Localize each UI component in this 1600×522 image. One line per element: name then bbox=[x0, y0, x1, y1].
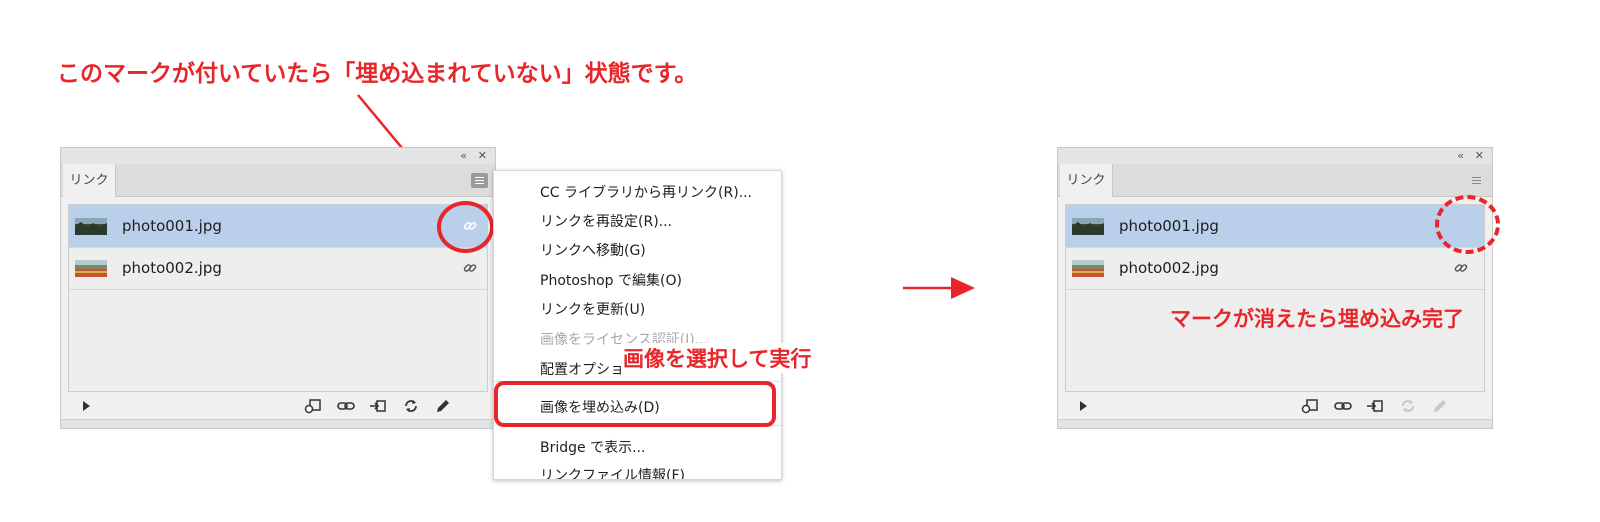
update-link-icon bbox=[1402, 400, 1414, 412]
file-name: photo001.jpg bbox=[122, 217, 222, 235]
tab-links[interactable]: リンク bbox=[63, 164, 116, 197]
tab-row: リンク bbox=[61, 164, 495, 197]
panel-menu-icon[interactable] bbox=[1468, 173, 1485, 188]
relink-library-icon[interactable] bbox=[304, 398, 322, 414]
collapse-icon[interactable]: « bbox=[460, 148, 467, 164]
thumbnail-icon bbox=[75, 218, 107, 235]
list-item[interactable]: photo002.jpg bbox=[1066, 247, 1484, 290]
panel-titlebar: « ✕ bbox=[61, 148, 495, 165]
link-icon bbox=[463, 264, 477, 272]
menu-item-link-file-info[interactable]: リンクファイル情報(F) bbox=[540, 465, 685, 479]
collapse-icon[interactable]: « bbox=[1457, 148, 1464, 164]
menu-item-update-link[interactable]: リンクを更新(U) bbox=[540, 299, 645, 319]
complete-note: マークが消えたら埋め込み完了 bbox=[1170, 307, 1464, 331]
goto-link-icon[interactable] bbox=[1366, 398, 1384, 414]
relink-icon[interactable] bbox=[1334, 398, 1352, 414]
links-panel-before: « ✕ リンク photo001.jpg photo002.jpg bbox=[60, 147, 496, 429]
play-icon[interactable] bbox=[79, 398, 97, 414]
link-icon bbox=[1454, 264, 1468, 272]
links-panel-after: « ✕ リンク photo001.jpg photo002.jpg bbox=[1057, 147, 1493, 429]
resize-grip[interactable] bbox=[1058, 419, 1492, 428]
panel-menu-icon[interactable] bbox=[471, 173, 488, 188]
thumbnail-icon bbox=[75, 260, 107, 277]
tab-links[interactable]: リンク bbox=[1060, 164, 1113, 197]
highlight-box bbox=[494, 381, 776, 427]
menu-item-placement-options[interactable]: 配置オプショ bbox=[540, 359, 624, 379]
select-instruction-note: 画像を選択して実行 bbox=[621, 343, 814, 373]
update-link-icon[interactable] bbox=[402, 398, 420, 414]
flow-arrow-head bbox=[951, 277, 975, 299]
tab-row: リンク bbox=[1058, 164, 1492, 197]
play-icon[interactable] bbox=[1076, 398, 1094, 414]
close-icon[interactable]: ✕ bbox=[1475, 148, 1484, 164]
menu-item-relink[interactable]: リンクを再設定(R)... bbox=[540, 211, 672, 231]
menu-item-relink-cc-library[interactable]: CC ライブラリから再リンク(R)... bbox=[540, 182, 752, 202]
thumbnail-icon bbox=[1072, 218, 1104, 235]
edit-original-icon[interactable] bbox=[434, 398, 452, 414]
file-list: photo001.jpg photo002.jpg bbox=[1065, 204, 1485, 392]
list-item[interactable]: photo001.jpg bbox=[1066, 205, 1484, 248]
file-name: photo002.jpg bbox=[122, 259, 222, 277]
highlight-circle bbox=[437, 201, 494, 253]
relink-library-icon[interactable] bbox=[1301, 398, 1319, 414]
menu-item-edit-photoshop[interactable]: Photoshop で編集(O) bbox=[540, 270, 682, 290]
close-icon[interactable]: ✕ bbox=[478, 148, 487, 164]
menu-item-show-in-bridge[interactable]: Bridge で表示... bbox=[540, 437, 645, 457]
resize-grip[interactable] bbox=[61, 419, 495, 428]
context-menu: CC ライブラリから再リンク(R)... リンクを再設定(R)... リンクへ移… bbox=[493, 170, 782, 480]
file-name: photo002.jpg bbox=[1119, 259, 1219, 277]
file-name: photo001.jpg bbox=[1119, 217, 1219, 235]
file-list: photo001.jpg photo002.jpg bbox=[68, 204, 488, 392]
panel-titlebar: « ✕ bbox=[1058, 148, 1492, 165]
relink-icon[interactable] bbox=[337, 398, 355, 414]
panel-toolbar bbox=[61, 395, 495, 417]
edit-original-icon bbox=[1434, 400, 1446, 412]
thumbnail-icon bbox=[1072, 260, 1104, 277]
goto-link-icon[interactable] bbox=[369, 398, 387, 414]
panel-toolbar bbox=[1058, 395, 1492, 417]
menu-item-goto-link[interactable]: リンクへ移動(G) bbox=[540, 240, 646, 260]
list-item[interactable]: photo002.jpg bbox=[69, 247, 487, 290]
list-item[interactable]: photo001.jpg bbox=[69, 205, 487, 248]
removed-mark-circle bbox=[1435, 195, 1500, 254]
